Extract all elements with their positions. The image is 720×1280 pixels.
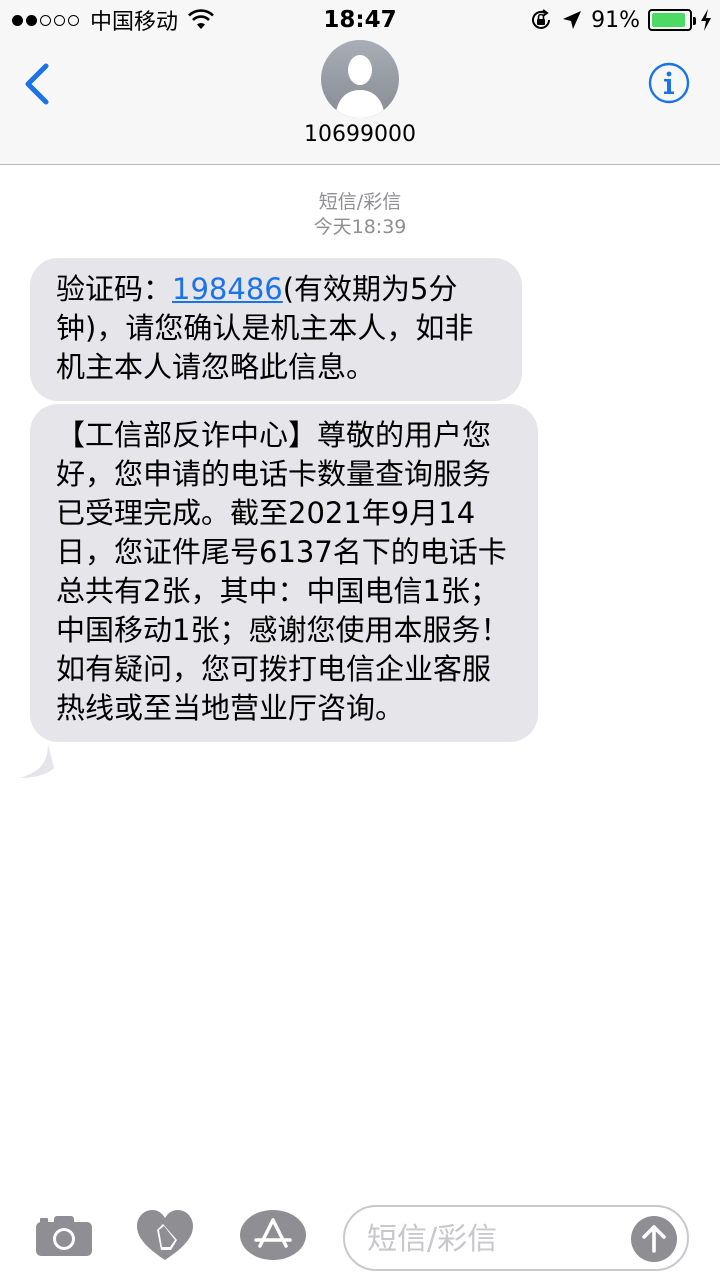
message-text: 【工信部反诈中心】尊敬的用户您好，您申请的电话卡数量查询服务已受理完成。截至20… [56,418,510,725]
bubble-tail [20,744,54,778]
app-store-icon[interactable] [240,1210,306,1260]
message-input-field[interactable] [343,1205,689,1271]
avatar[interactable] [321,40,399,118]
send-button[interactable] [631,1216,677,1262]
conversation-header: 10699000 [0,40,720,165]
location-arrow-icon [563,11,582,29]
battery-tip [693,17,696,25]
message-bubble-notice[interactable]: 【工信部反诈中心】尊敬的用户您好，您申请的电话卡数量查询服务已受理完成。截至20… [30,404,538,742]
info-icon[interactable] [648,62,690,104]
rotation-lock-icon [532,9,551,29]
battery-fill [652,13,685,27]
contact-name[interactable]: 10699000 [0,122,720,147]
battery-percent: 91% [591,7,640,33]
message-bubble-verification[interactable]: 验证码：198486(有效期为5分钟)，请您确认是机主本人，如非机主本人请忽略此… [30,258,522,401]
message-prefix: 验证码： [56,272,173,306]
message-meta: 短信/彩信 今天18:39 [0,190,720,240]
service-label: 短信/彩信 [318,191,402,213]
chevron-left-icon[interactable] [18,62,58,106]
message-thread[interactable]: 短信/彩信 今天18:39 验证码：198486(有效期为5分钟)，请您确认是机… [0,166,720,1186]
heart-hand-icon[interactable] [137,1210,193,1262]
status-bar: 中国移动 18:47 91% [0,0,720,40]
camera-icon[interactable] [36,1214,92,1256]
arrow-up-icon [642,1225,666,1253]
verification-code-link[interactable]: 198486 [172,272,283,306]
battery-icon [648,9,696,31]
compose-toolbar [0,1190,720,1280]
status-right: 91% [521,6,712,34]
person-silhouette-icon [335,55,385,118]
charging-bolt-icon [701,9,711,31]
message-timestamp: 今天18:39 [313,216,407,238]
message-input[interactable] [367,1219,627,1259]
